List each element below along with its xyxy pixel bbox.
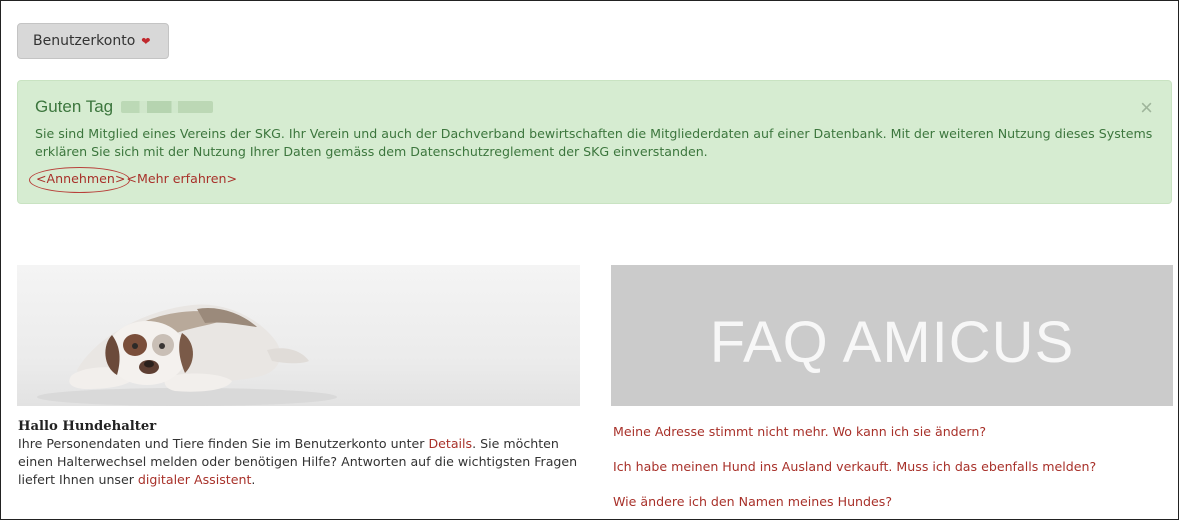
details-link[interactable]: Details <box>428 436 472 451</box>
welcome-text-part-3: . <box>251 472 256 488</box>
faq-banner: FAQ AMICUS <box>611 265 1173 406</box>
page-frame: Benutzerkonto ❤ Guten Tag × Sie sind Mit… <box>0 0 1179 520</box>
alert-links: <Annehmen><Mehr erfahren> <box>28 167 237 193</box>
welcome-text: Ihre Personendaten und Tiere finden Sie … <box>18 435 578 490</box>
alert-message: Sie sind Mitglied eines Vereins der SKG.… <box>35 126 1153 159</box>
alert-greeting: Guten Tag <box>35 97 214 117</box>
digital-assistant-link[interactable]: digitaler Assistent <box>138 472 251 487</box>
privacy-alert: Guten Tag × Sie sind Mitglied eines Vere… <box>17 80 1172 204</box>
welcome-text-part-1: Ihre Personendaten und Tiere finden Sie … <box>18 436 429 451</box>
greeting-text: Guten Tag <box>35 97 114 116</box>
dog-image <box>17 265 580 406</box>
close-icon[interactable]: × <box>1140 97 1153 119</box>
account-button-label: Benutzerkonto <box>33 33 136 49</box>
chevron-down-icon: ❤ <box>141 34 151 48</box>
more-info-link[interactable]: <Mehr erfahren> <box>126 171 237 186</box>
faq-link-address[interactable]: Meine Adresse stimmt nicht mehr. Wo kann… <box>613 424 986 439</box>
faq-link-abroad-sale[interactable]: Ich habe meinen Hund ins Ausland verkauf… <box>613 459 1096 474</box>
account-dropdown-button[interactable]: Benutzerkonto ❤ <box>17 23 169 59</box>
welcome-heading: Hallo Hundehalter <box>18 419 157 434</box>
accept-link[interactable]: <Annehmen> <box>28 167 131 193</box>
faq-link-dog-name[interactable]: Wie ändere ich den Namen meines Hundes? <box>613 494 892 509</box>
dog-illustration <box>37 304 337 406</box>
redacted-name <box>121 101 214 113</box>
faq-banner-title: FAQ AMICUS <box>709 310 1075 375</box>
